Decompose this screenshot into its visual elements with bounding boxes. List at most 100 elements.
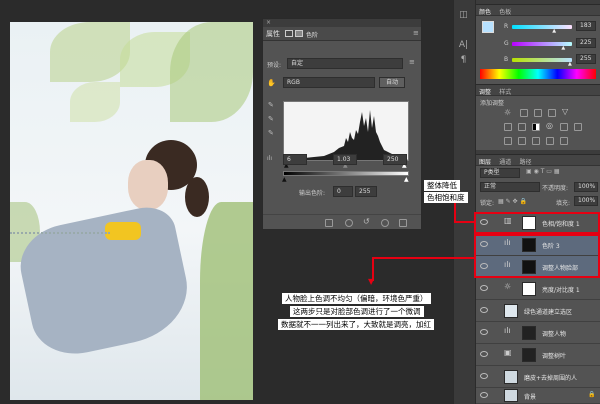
levels-icon <box>285 30 293 37</box>
foreground-color-swatch[interactable] <box>482 21 494 33</box>
invert-icon[interactable] <box>504 137 512 145</box>
fill-field[interactable]: 100% <box>574 196 598 206</box>
preset-select[interactable]: 自定 <box>287 58 403 69</box>
output-levels-label: 输出色阶: <box>299 190 326 197</box>
brightness-icon[interactable]: ☼ <box>504 108 511 117</box>
eye-icon[interactable] <box>480 329 488 335</box>
layer-name: 亮度/对比度 1 <box>542 287 580 294</box>
g-slider[interactable]: ▲ <box>512 42 572 51</box>
layer-row[interactable]: ılı 调整人物 <box>476 322 600 344</box>
r-value[interactable]: 183 <box>576 21 596 31</box>
layer-mask-thumbnail <box>522 326 536 340</box>
black-white-icon[interactable] <box>532 123 540 131</box>
hue-saturation-icon[interactable] <box>504 123 512 131</box>
layer-row[interactable]: ▣ 调整树叶 <box>476 344 600 366</box>
channel-select[interactable]: RGB <box>283 77 375 88</box>
exposure-icon[interactable] <box>548 109 556 117</box>
adjustments-tabs: 调整 样式 <box>476 85 600 96</box>
color-balance-icon[interactable] <box>518 123 526 131</box>
palm-leaves <box>170 22 253 122</box>
layer-row[interactable]: 磨皮+去掉周围的人 <box>476 366 600 388</box>
layer-filter-select[interactable]: P类型 <box>480 168 520 178</box>
history-icon[interactable]: ◫ <box>458 10 469 21</box>
eye-icon[interactable] <box>480 392 488 398</box>
tab-styles[interactable]: 样式 <box>496 85 514 98</box>
black-eyedropper-icon[interactable]: ✎ <box>268 101 274 109</box>
g-slider-handle[interactable]: ▲ <box>561 45 565 51</box>
palm-leaves <box>70 82 120 122</box>
threshold-icon[interactable] <box>532 137 540 145</box>
color-spectrum[interactable] <box>480 69 596 79</box>
auto-button[interactable]: 自动 <box>379 77 405 88</box>
vibrance-icon[interactable]: ▽ <box>562 107 568 116</box>
white-eyedropper-icon[interactable]: ✎ <box>268 129 274 137</box>
input-black-field[interactable]: 6 <box>283 154 307 165</box>
g-label: G <box>504 40 509 47</box>
color-lookup-icon[interactable] <box>574 123 582 131</box>
input-white-field[interactable]: 250 <box>383 154 407 165</box>
clip-to-layer-icon[interactable] <box>325 219 333 227</box>
callout-mid-line1: 人物脸上色调不均匀（偏暗，环境色严重） <box>282 293 431 304</box>
blend-mode-select[interactable]: 正常 <box>480 182 540 192</box>
layer-row[interactable]: 绿色通道建立选区 <box>476 300 600 322</box>
layer-mask-thumbnail <box>522 282 536 296</box>
b-slider-handle[interactable]: ▲ <box>568 61 572 67</box>
output-gradient <box>283 171 409 176</box>
channel-mixer-icon[interactable] <box>560 123 568 131</box>
hand-icon[interactable]: ✋ <box>267 79 276 87</box>
document-canvas[interactable] <box>10 22 253 400</box>
swing-chain <box>10 232 110 235</box>
tab-layers[interactable]: 图层 <box>476 155 494 168</box>
tab-swatches[interactable]: 色板 <box>496 5 514 18</box>
tab-channels[interactable]: 通道 <box>496 155 514 168</box>
panel-titlebar[interactable]: × <box>263 19 421 27</box>
delete-icon[interactable] <box>399 219 407 227</box>
eye-icon[interactable] <box>480 351 488 357</box>
visibility-icon[interactable] <box>381 219 389 227</box>
lock-icons[interactable]: ▦ ✎ ✥ 🔒 <box>498 198 527 205</box>
paragraph-icon[interactable]: ¶ <box>458 55 469 66</box>
layer-name: 绿色通道建立选区 <box>524 309 573 316</box>
tab-adjustments[interactable]: 调整 <box>476 85 494 98</box>
menu-icon[interactable]: ≡ <box>413 29 419 37</box>
tab-color[interactable]: 颜色 <box>476 5 494 18</box>
output-white-field[interactable]: 255 <box>355 186 377 197</box>
curves-icon[interactable] <box>534 109 542 117</box>
tab-properties[interactable]: 属性 <box>266 29 280 39</box>
reset-icon[interactable]: ↺ <box>363 217 370 226</box>
eye-icon[interactable] <box>480 373 488 379</box>
r-label: R <box>504 23 509 30</box>
gradient-map-icon[interactable] <box>560 137 568 145</box>
b-value[interactable]: 255 <box>576 54 596 64</box>
child-ponytail <box>185 177 209 217</box>
adjustment-icon: ▣ <box>504 348 518 362</box>
r-slider-handle[interactable]: ▲ <box>552 28 556 34</box>
properties-panel: × 属性 色阶 ≡ 预设: 自定 ≡ ✋ RGB 自动 ✎ ✎ ✎ ▲ ▲ ▲ … <box>262 18 422 230</box>
gray-eyedropper-icon[interactable]: ✎ <box>268 115 274 123</box>
preset-menu-icon[interactable]: ≡ <box>409 58 415 66</box>
highlight-box-levels <box>474 234 600 278</box>
layer-row[interactable]: 背景 🔒 <box>476 388 600 404</box>
filter-icons[interactable]: ▣ ◉ T ▭ ▦ <box>526 168 560 175</box>
r-slider[interactable]: ▲ <box>512 25 572 34</box>
posterize-icon[interactable] <box>518 137 526 145</box>
character-icon[interactable]: A| <box>458 40 469 51</box>
photo-filter-icon[interactable]: ◎ <box>546 121 553 130</box>
output-black-field[interactable]: 0 <box>333 186 353 197</box>
input-gamma-field[interactable]: 1.03 <box>333 154 357 165</box>
tab-paths[interactable]: 路径 <box>517 155 535 168</box>
selective-color-icon[interactable] <box>546 137 554 145</box>
output-black-slider[interactable]: ▲ <box>282 176 287 183</box>
palm-leaves <box>50 22 130 82</box>
b-slider[interactable]: ▲ <box>512 58 572 67</box>
g-value[interactable]: 225 <box>576 38 596 48</box>
view-previous-icon[interactable] <box>345 219 353 227</box>
layer-row[interactable]: ☼ 亮度/对比度 1 <box>476 278 600 300</box>
close-icon[interactable]: × <box>266 19 271 26</box>
output-white-slider[interactable]: ▲ <box>404 176 409 183</box>
levels-adjust-icon[interactable] <box>520 109 528 117</box>
eye-icon[interactable] <box>480 307 488 313</box>
opacity-field[interactable]: 100% <box>574 182 598 192</box>
eye-icon[interactable] <box>480 285 488 291</box>
brightness-layer-icon: ☼ <box>504 282 518 296</box>
